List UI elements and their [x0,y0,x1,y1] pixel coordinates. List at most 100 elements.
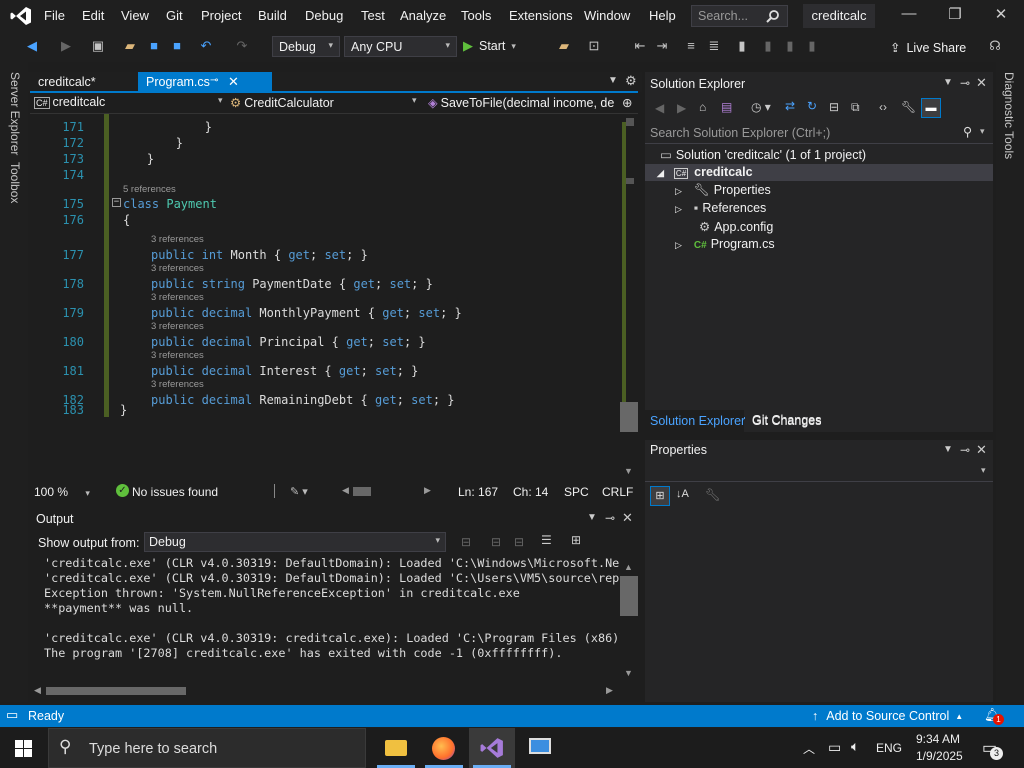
whitespace-indicator[interactable]: SPC [564,485,589,499]
scroll-thumb[interactable] [620,402,638,432]
clock-date[interactable]: 1/9/2025 [916,749,963,763]
output-horizontal-scrollbar[interactable]: ◀ ▶ [30,684,620,698]
add-source-control-button[interactable]: ↑ Add to Source Control ▲ [812,709,963,723]
code-lens-references[interactable]: 5 references [123,184,176,195]
action-center-button[interactable]: ▭ 3 [982,738,1003,760]
tree-item-program-cs[interactable]: ▷ C# Program.cs [675,237,775,251]
minimize-button[interactable]: — [895,5,923,27]
output-vertical-scrollbar[interactable]: ▲ ▼ [620,560,638,684]
clear-all-icon[interactable]: ☰ [541,533,552,547]
line-indicator[interactable]: Ln: 167 [458,485,498,499]
start-button[interactable]: ▶ Start ▾ [463,38,516,54]
line-ending-indicator[interactable]: CRLF [602,485,633,499]
close-icon[interactable]: ✕ [976,75,987,91]
tab-git-changes[interactable]: Git Changes [752,414,821,428]
brush-icon[interactable]: ✎ ▾ [290,485,308,498]
chevron-down-icon[interactable]: ▾ [980,126,985,137]
uncomment-icon[interactable]: ≣ [706,38,722,54]
bookmark-prev-icon[interactable]: ▮ [760,38,776,54]
view-code-icon[interactable]: ‹› [879,100,887,114]
platform-dropdown[interactable]: Any CPU ▾ [344,36,457,57]
menu-project[interactable]: Project [201,8,241,23]
categorized-icon[interactable]: ⊞ [650,486,670,506]
scroll-up-icon[interactable]: ▲ [624,562,633,572]
tree-solution[interactable]: ▭ Solution 'creditcalc' (1 of 1 project) [660,147,866,162]
toolbox-tab[interactable]: Toolbox [8,162,22,203]
tab-list-dropdown-icon[interactable]: ▼ [608,75,618,86]
menu-view[interactable]: View [121,8,149,23]
gear-icon[interactable]: ⚙ [625,73,637,89]
property-pages-icon[interactable]: 🔧︎ [705,488,721,503]
pin-icon[interactable]: ⊸ [605,511,615,525]
split-editor-icon[interactable]: ⊕ [622,95,632,110]
menu-file[interactable]: File [44,8,65,23]
scroll-down-icon[interactable]: ▼ [624,466,633,476]
code-lens-references[interactable]: 3 references [151,350,204,361]
live-share-button[interactable]: ⇪ Live Share [890,40,966,56]
menu-analyze[interactable]: Analyze [400,8,446,23]
pin-icon[interactable]: ⊸ [960,443,970,457]
type-dropdown[interactable]: ⚙ CreditCalculator ▾ [230,95,422,110]
wrench-icon[interactable]: 🔧︎ [901,100,916,114]
speaker-muted-icon[interactable]: 🔈︎ [851,738,859,755]
properties-object-dropdown[interactable]: ▾ [645,462,993,482]
show-all-files-icon[interactable]: ⧉ [851,100,860,115]
firefox-app[interactable] [421,728,467,768]
close-button[interactable]: ✕ [987,5,1015,27]
prev-message-icon[interactable]: ⊟ [491,535,501,549]
code-lens-references[interactable]: 3 references [151,234,204,245]
bookmark-next-icon[interactable]: ▮ [782,38,798,54]
pin-icon[interactable]: ⊸ [210,75,218,86]
menu-tools[interactable]: Tools [461,8,491,23]
find-message-icon[interactable]: ⊟ [461,535,471,549]
forward-icon[interactable]: ▶ [58,38,74,54]
menu-git[interactable]: Git [166,8,183,23]
comment-icon[interactable]: ≡ [683,38,699,54]
column-indicator[interactable]: Ch: 14 [513,485,548,499]
solution-search-input[interactable]: Search Solution Explorer (Ctrl+;) ⚲ ▾ [645,122,993,144]
network-icon[interactable]: ▭ [828,739,841,756]
code-lens-references[interactable]: 3 references [151,292,204,303]
back-icon[interactable]: ◀ [24,38,40,54]
close-icon[interactable]: ✕ [622,510,633,526]
menu-test[interactable]: Test [361,8,385,23]
windows-start-icon[interactable] [15,740,32,757]
code-lens-references[interactable]: 3 references [151,263,204,274]
tree-project[interactable]: ◢ C# creditcalc [657,165,753,179]
switch-views-icon[interactable]: ▤ [721,100,732,114]
panel-menu-icon[interactable]: ▼ [943,444,953,455]
tab-solution-explorer[interactable]: Solution Explorer [650,414,745,428]
member-dropdown[interactable]: ◈ SaveToFile(decimal income, de [428,95,618,110]
redo-icon[interactable]: ↷ [234,38,250,54]
pending-changes-icon[interactable]: ◷ ▾ [751,100,771,114]
bookmark-clear-icon[interactable]: ▮ [804,38,820,54]
close-tab-icon[interactable]: ✕ [228,74,239,90]
forward-icon[interactable]: ▶ [677,101,686,115]
language-indicator[interactable]: ENG [876,741,902,755]
hot-reload-icon[interactable]: ⊡ [586,38,602,54]
tab-program-cs[interactable]: Program.cs ⊸ ✕ [138,72,272,92]
menu-window[interactable]: Window [584,8,630,23]
close-icon[interactable]: ✕ [976,442,987,458]
scroll-down-icon[interactable]: ▼ [624,668,633,678]
feedback-icon[interactable]: ☊ [987,38,1003,54]
output-source-dropdown[interactable]: Debug ▾ [144,532,446,552]
navigate-icon[interactable]: ⇥ [654,38,670,54]
tab-creditcalc[interactable]: creditcalc* [30,72,138,92]
browse-folder-icon[interactable]: ▰ [556,38,572,54]
menu-help[interactable]: Help [649,8,676,23]
preview-icon[interactable]: ▬ [921,98,941,118]
panel-menu-icon[interactable]: ▼ [943,77,953,88]
next-message-icon[interactable]: ⊟ [514,535,524,549]
refresh-icon[interactable]: ↻ [807,99,817,113]
scroll-left-icon[interactable]: ◀ [342,485,349,496]
home-icon[interactable]: ⌂ [699,100,706,114]
save-icon[interactable]: ■ [146,38,162,54]
back-icon[interactable]: ◀ [655,101,664,115]
alphabetical-icon[interactable]: ↓A [676,488,689,500]
scroll-right-icon[interactable]: ▶ [424,485,431,496]
maximize-button[interactable]: ❐ [941,5,969,27]
menu-edit[interactable]: Edit [82,8,104,23]
new-project-icon[interactable]: ▣ [90,38,106,54]
scroll-right-icon[interactable]: ▶ [606,685,613,696]
